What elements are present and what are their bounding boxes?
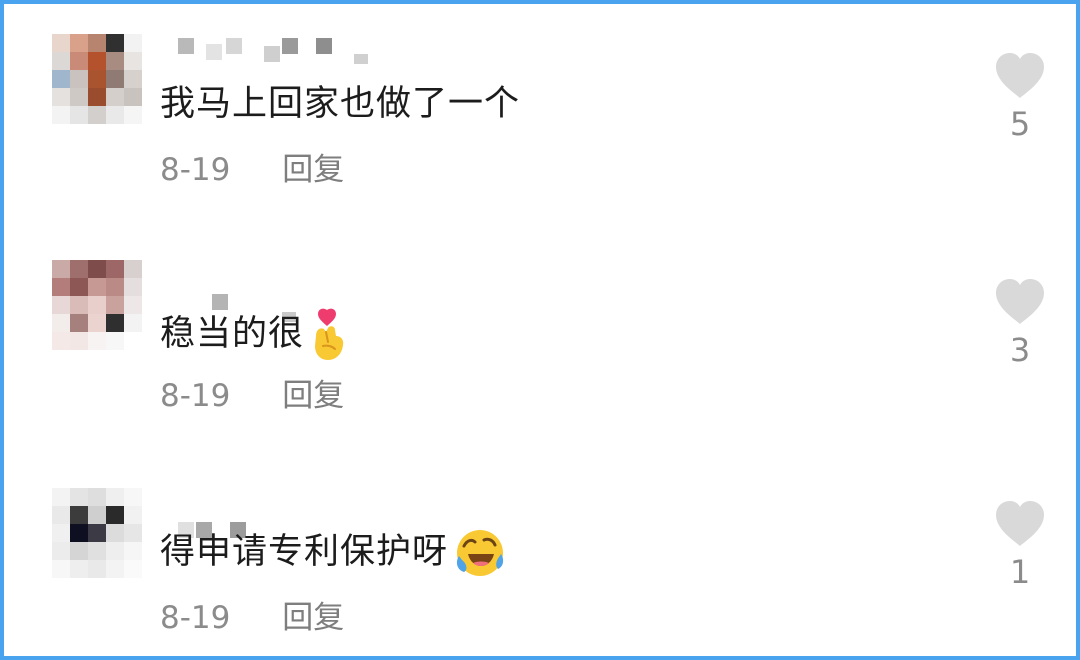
avatar[interactable] — [52, 34, 142, 124]
heart-icon — [996, 279, 1044, 324]
like-count: 3 — [1009, 331, 1031, 369]
like-count: 1 — [1009, 553, 1031, 591]
comment-date: 8-19 — [160, 152, 231, 188]
reply-button[interactable]: 回复 — [282, 598, 344, 638]
username-pixelated[interactable] — [160, 34, 400, 74]
avatar[interactable] — [52, 488, 142, 578]
comment-list: 我马上回家也做了一个 8-19 回复 5 稳当的很 8-19 回复 3 得申请专… — [0, 0, 1080, 660]
heart-icon — [996, 501, 1044, 546]
comment-date: 8-19 — [160, 378, 231, 414]
like-button[interactable]: 3 — [992, 278, 1052, 378]
comment-date: 8-19 — [160, 600, 231, 636]
reply-button[interactable]: 回复 — [282, 376, 344, 416]
rolling-on-floor-laughing-emoji — [456, 530, 504, 576]
comment-meta: 8-19 回复 — [160, 598, 344, 638]
comment-item: 我马上回家也做了一个 8-19 回复 5 — [4, 4, 1076, 204]
username-pixelated[interactable] — [160, 260, 400, 322]
comment-text: 我马上回家也做了一个 — [160, 84, 521, 124]
like-button[interactable]: 5 — [992, 52, 1052, 152]
comment-text: 得申请专利保护呀 — [160, 528, 506, 578]
username-pixelated[interactable] — [160, 482, 400, 538]
comment-meta: 8-19 回复 — [160, 150, 344, 190]
comment-item: 稳当的很 8-19 回复 3 — [4, 230, 1076, 430]
like-button[interactable]: 1 — [992, 500, 1052, 600]
comment-item: 得申请专利保护呀 8-19 回复 1 — [4, 452, 1076, 652]
comment-text: 稳当的很 — [160, 308, 346, 362]
comment-meta: 8-19 回复 — [160, 376, 344, 416]
heart-icon — [996, 53, 1044, 98]
like-count: 5 — [1009, 105, 1031, 143]
avatar[interactable] — [52, 260, 142, 350]
finger-heart-emoji — [315, 308, 344, 360]
reply-button[interactable]: 回复 — [282, 150, 344, 190]
